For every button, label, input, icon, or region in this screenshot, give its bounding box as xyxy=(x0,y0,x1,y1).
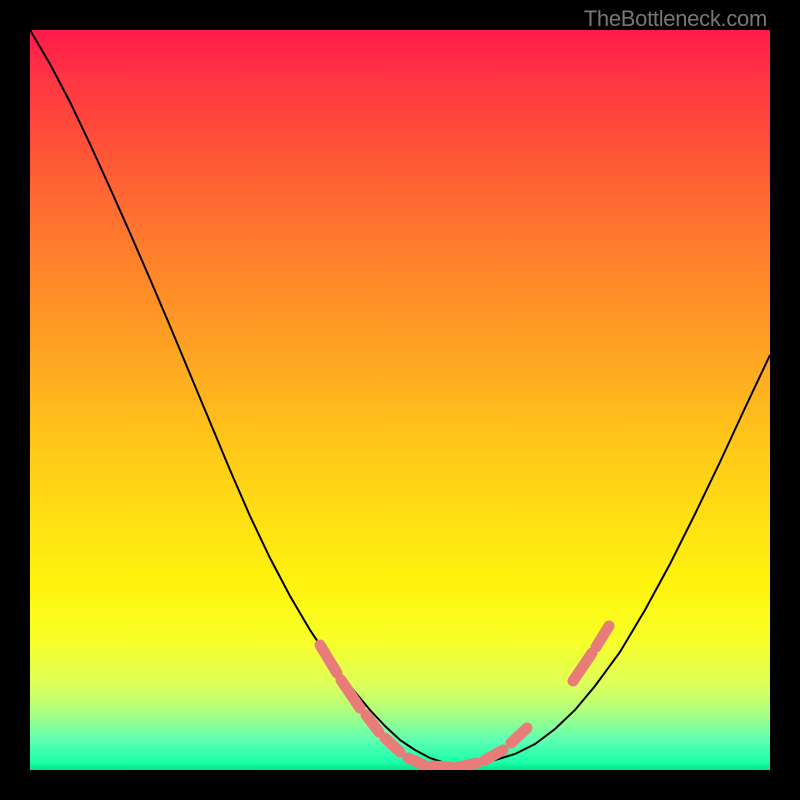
marker-segment-6 xyxy=(458,763,477,767)
chart-svg xyxy=(30,30,770,770)
marker-segment-9 xyxy=(573,653,592,681)
marker-segment-5 xyxy=(432,766,450,767)
bottleneck-curve-right xyxy=(455,355,770,766)
marker-segment-3 xyxy=(385,738,400,752)
watermark-text: TheBottleneck.com xyxy=(584,6,767,32)
chart-frame: TheBottleneck.com xyxy=(0,0,800,800)
marker-segment-8 xyxy=(511,728,527,743)
plot-area xyxy=(30,30,770,770)
marker-segment-10 xyxy=(596,626,609,647)
bottleneck-curve-left xyxy=(30,30,455,766)
marker-segment-4 xyxy=(408,758,424,765)
marker-segment-0 xyxy=(320,645,337,673)
bottom-marker-group xyxy=(320,626,609,767)
